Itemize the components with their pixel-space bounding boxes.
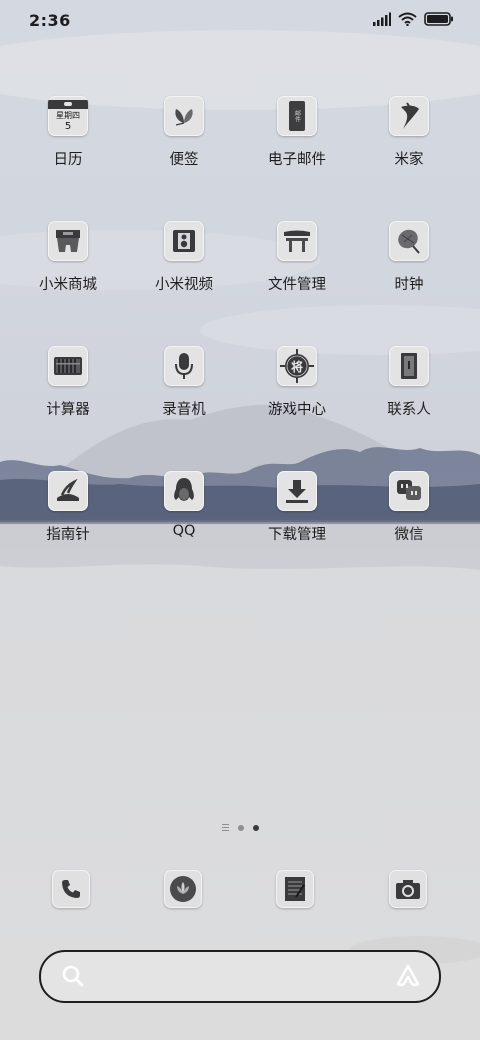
- app-qq[interactable]: QQ: [128, 471, 240, 539]
- mall-icon: [48, 221, 88, 261]
- app-mall[interactable]: 小米商城: [12, 221, 124, 294]
- file-manager-icon: [277, 221, 317, 261]
- app-label: QQ: [172, 523, 196, 539]
- abacus-icon: [48, 346, 88, 386]
- compass-icon: [48, 471, 88, 511]
- page-dot[interactable]: [237, 824, 244, 831]
- assistant-icon[interactable]: [395, 963, 421, 989]
- lotus-icon[interactable]: [164, 870, 202, 908]
- calendar-weekday: 星期四: [56, 111, 80, 120]
- signal-icon: [373, 12, 391, 26]
- status-bar: 2:36: [0, 0, 480, 42]
- app-label: 小米视频: [155, 277, 213, 293]
- notebook-icon[interactable]: [276, 870, 314, 908]
- email-icon: 邮件: [277, 96, 317, 136]
- search-input[interactable]: [101, 962, 385, 992]
- search-icon: [62, 965, 84, 987]
- video-icon: [164, 221, 204, 261]
- game-glyph: 将: [290, 359, 303, 374]
- wifi-icon: [398, 12, 417, 26]
- app-label: 文件管理: [268, 277, 326, 293]
- calendar-day: 5: [64, 121, 72, 132]
- app-label: 小米商城: [39, 277, 97, 293]
- app-mijia[interactable]: 米家: [353, 96, 465, 169]
- camera-icon[interactable]: [389, 870, 427, 908]
- microphone-icon: [164, 346, 204, 386]
- clock-icon: [389, 221, 429, 261]
- app-wechat[interactable]: 微信: [353, 471, 465, 544]
- app-label: 时钟: [394, 277, 424, 293]
- app-label: 电子邮件: [268, 152, 326, 168]
- app-label: 联系人: [387, 402, 431, 418]
- app-video[interactable]: 小米视频: [128, 221, 240, 294]
- app-label: 微信: [394, 527, 424, 543]
- phone-icon[interactable]: [52, 870, 90, 908]
- page-indicator[interactable]: [0, 824, 480, 831]
- wechat-icon: [389, 471, 429, 511]
- battery-icon: [424, 12, 453, 26]
- game-center-icon: 将: [277, 346, 317, 386]
- mijia-icon: [389, 96, 429, 136]
- download-icon: [277, 471, 317, 511]
- app-notes[interactable]: 便签: [128, 96, 240, 169]
- app-label: 计算器: [46, 402, 90, 418]
- app-files[interactable]: 文件管理: [241, 221, 353, 294]
- notes-leaf-icon: [164, 96, 204, 136]
- app-label: 游戏中心: [268, 402, 326, 418]
- status-time: 2:36: [29, 11, 71, 30]
- qq-penguin-icon: [164, 471, 204, 511]
- app-calculator[interactable]: 计算器: [12, 346, 124, 419]
- app-label: 便签: [169, 152, 199, 168]
- app-downloads[interactable]: 下载管理: [241, 471, 353, 544]
- search-bar[interactable]: [39, 950, 441, 1003]
- app-contacts[interactable]: 联系人: [353, 346, 465, 419]
- app-label: 米家: [394, 152, 424, 168]
- contacts-icon: [389, 346, 429, 386]
- app-label: 日历: [53, 152, 83, 168]
- app-label: 指南针: [46, 527, 90, 543]
- app-email[interactable]: 邮件 电子邮件: [241, 96, 353, 169]
- app-label: 下载管理: [268, 527, 326, 543]
- page-indicator-feed[interactable]: [221, 824, 229, 831]
- app-game-center[interactable]: 将 游戏中心: [241, 346, 353, 419]
- app-compass[interactable]: 指南针: [12, 471, 124, 544]
- app-recorder[interactable]: 录音机: [128, 346, 240, 419]
- page-dot-active[interactable]: [252, 824, 259, 831]
- app-label: 录音机: [162, 402, 206, 418]
- calendar-icon: 星期四 5: [48, 96, 88, 136]
- app-calendar[interactable]: 星期四 5 日历: [12, 96, 124, 169]
- app-clock[interactable]: 时钟: [353, 221, 465, 294]
- email-glyph: 邮件: [293, 110, 301, 122]
